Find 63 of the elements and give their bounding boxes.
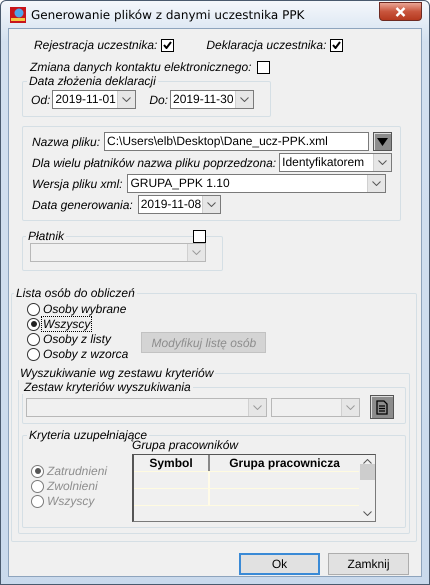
date-picker[interactable]: 2019-11-01 bbox=[52, 90, 136, 109]
close-icon bbox=[395, 6, 406, 16]
date-value: 2019-11-01 bbox=[54, 91, 117, 108]
chevron-down-icon bbox=[378, 160, 387, 165]
field-label: Wersja pliku xml: bbox=[32, 176, 122, 190]
document-button[interactable] bbox=[370, 395, 394, 419]
date-value: 2019-11-08 bbox=[140, 196, 202, 213]
chevron-down-icon bbox=[372, 181, 382, 186]
field-label: Do: bbox=[149, 92, 168, 106]
document-icon bbox=[376, 400, 388, 414]
field-label: Dla wielu płatników nazwa pliku poprzedzona: bbox=[32, 156, 276, 170]
radio-button[interactable] bbox=[27, 332, 40, 346]
dropdown-value: Identyfikatorem bbox=[281, 154, 366, 171]
field-label: Data generowania: bbox=[32, 198, 133, 212]
checkbox[interactable] bbox=[161, 38, 174, 52]
dropdown[interactable]: GRUPA_PPK 1.10 bbox=[127, 174, 386, 193]
group-title: Wyszukiwanie wg zestawu kryteriów bbox=[19, 366, 215, 380]
radio-label: Wszyscy bbox=[46, 494, 96, 508]
radio-label: Osoby z wzorca bbox=[42, 347, 130, 361]
field-label: Nazwa pliku: bbox=[32, 134, 100, 148]
radio-label: Zwolnieni bbox=[46, 479, 99, 493]
checkbox[interactable] bbox=[330, 38, 344, 52]
chevron-down-icon bbox=[122, 97, 132, 102]
dropdown-value: GRUPA_PPK 1.10 bbox=[129, 175, 231, 192]
checkmark-icon bbox=[332, 41, 342, 49]
app-logo-icon bbox=[10, 6, 26, 22]
dropdown[interactable]: Identyfikatorem bbox=[279, 153, 392, 172]
group-title: Płatnik bbox=[27, 229, 66, 243]
radio-label: Osoby z listy bbox=[42, 332, 112, 346]
option-label: Zmiana danych kontaktu elektronicznego: bbox=[30, 60, 252, 74]
date-picker[interactable]: 2019-11-08 bbox=[138, 195, 221, 214]
browse-button[interactable] bbox=[373, 132, 392, 151]
chevron-down-icon bbox=[346, 404, 355, 410]
checkbox[interactable] bbox=[257, 60, 270, 74]
column-header[interactable]: Symbol bbox=[134, 455, 208, 471]
dialog-button[interactable]: Ok bbox=[239, 553, 320, 575]
chevron-down-icon bbox=[206, 202, 216, 207]
chevron-down-icon bbox=[240, 97, 250, 102]
radio-label: Osoby wybrane bbox=[42, 302, 128, 316]
chevron-down-icon bbox=[362, 511, 372, 516]
radio-button[interactable] bbox=[27, 318, 40, 330]
group-title: Data złożenia deklaracji bbox=[28, 74, 157, 88]
radio-button[interactable] bbox=[27, 348, 40, 360]
option-label: Deklaracja uczestnika: bbox=[206, 38, 326, 52]
chevron-down-icon bbox=[253, 404, 262, 410]
checkbox[interactable] bbox=[193, 230, 206, 243]
group-title: Lista osób do obliczeń bbox=[15, 286, 136, 300]
close-button[interactable] bbox=[379, 2, 422, 21]
date-picker[interactable]: 2019-11-30 bbox=[170, 90, 254, 109]
field-label: Od: bbox=[31, 92, 50, 106]
window-title: Generowanie plików z danymi uczestnika PPK bbox=[31, 8, 306, 22]
dialog-button[interactable]: Zamknij bbox=[328, 553, 409, 575]
option-label: Rejestracja uczestnika: bbox=[34, 38, 158, 52]
radio-label: Zatrudnieni bbox=[46, 464, 108, 478]
radio-button[interactable] bbox=[27, 302, 40, 316]
checkmark-icon bbox=[163, 41, 172, 49]
date-value: 2019-11-30 bbox=[172, 91, 235, 108]
radio-label: Wszyscy bbox=[42, 317, 92, 331]
triangle-down-icon bbox=[377, 138, 388, 146]
chevron-down-icon bbox=[192, 250, 201, 255]
group-title: Zestaw kryteriów wyszukiwania bbox=[22, 380, 192, 394]
chevron-up-icon bbox=[362, 459, 372, 464]
file-name-field[interactable]: C:\Users\elb\Desktop\Dane_ucz-PPK.xml bbox=[104, 132, 370, 151]
